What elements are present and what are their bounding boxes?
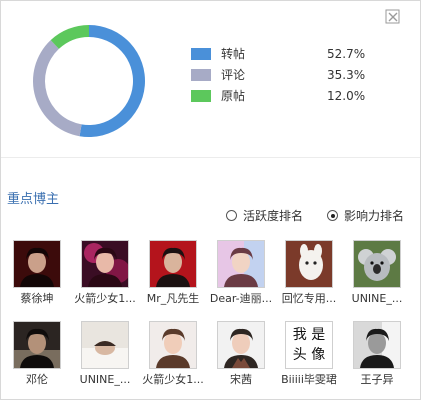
- donut-slice-2: [50, 25, 89, 49]
- radio-label: 活跃度排名: [243, 209, 304, 223]
- blogger-name[interactable]: Mr_凡先生: [137, 292, 209, 306]
- avatar[interactable]: [81, 321, 129, 369]
- avatar[interactable]: [81, 240, 129, 288]
- blogger-name[interactable]: 蔡徐坤: [1, 292, 73, 306]
- avatar[interactable]: [13, 240, 61, 288]
- legend-label: 转帖: [221, 47, 246, 61]
- radio-circle-icon: [226, 210, 237, 221]
- blogger-name[interactable]: UNINE_...: [69, 373, 141, 387]
- blogger-name[interactable]: 宋茜: [205, 373, 277, 387]
- legend-label: 原帖: [221, 89, 246, 103]
- avatar[interactable]: [353, 240, 401, 288]
- legend-item-comment: 评论 35.3%: [191, 66, 391, 84]
- blogger-card[interactable]: 火箭少女1...: [69, 240, 141, 308]
- donut-slice-0: [79, 25, 145, 137]
- blogger-name[interactable]: Biiiii毕雯珺: [273, 373, 345, 387]
- blogger-name[interactable]: 火箭少女1...: [69, 292, 141, 306]
- blogger-name[interactable]: 火箭少女1...: [137, 373, 209, 387]
- avatar[interactable]: 我 是头 像: [285, 321, 333, 369]
- blogger-card[interactable]: Dear-迪丽...: [205, 240, 277, 308]
- section-title: 重点博主: [7, 192, 60, 207]
- blogger-card[interactable]: 蔡徐坤: [1, 240, 73, 308]
- blogger-name[interactable]: UNINE_...: [341, 292, 413, 306]
- weibo-stats-panel: 转帖 52.7% 评论 35.3% 原帖 12.0% 重点博主 活跃度排名 影响…: [0, 0, 421, 400]
- blogger-card[interactable]: UNINE_...: [341, 240, 413, 308]
- avatar[interactable]: [217, 240, 265, 288]
- blogger-card[interactable]: Mr_凡先生: [137, 240, 209, 308]
- avatar[interactable]: [353, 321, 401, 369]
- legend-value: 52.7%: [327, 47, 366, 61]
- blogger-card[interactable]: 回忆专用...: [273, 240, 345, 308]
- legend-value: 35.3%: [327, 68, 366, 82]
- avatar[interactable]: [217, 321, 265, 369]
- avatar[interactable]: [149, 240, 197, 288]
- blogger-card[interactable]: 我 是头 像 Biiiii毕雯珺: [273, 321, 345, 389]
- legend-value: 12.0%: [327, 89, 366, 103]
- blogger-name[interactable]: Dear-迪丽...: [205, 292, 277, 306]
- avatar[interactable]: [149, 321, 197, 369]
- donut-slice-1: [32, 40, 82, 137]
- radio-label: 影响力排名: [344, 209, 405, 223]
- avatar[interactable]: [285, 240, 333, 288]
- legend-label: 评论: [221, 68, 246, 82]
- legend-swatch-comment: [191, 69, 211, 81]
- blogger-card[interactable]: 王子异: [341, 321, 413, 389]
- legend-swatch-repost: [191, 48, 211, 60]
- close-settings-icon[interactable]: [385, 9, 401, 25]
- blogger-name[interactable]: 王子异: [341, 373, 413, 387]
- legend-item-repost: 转帖 52.7%: [191, 45, 391, 63]
- section-divider: [1, 157, 420, 158]
- avatar[interactable]: [13, 321, 61, 369]
- blogger-name[interactable]: 回忆专用...: [273, 292, 345, 306]
- blogger-card[interactable]: 宋茜: [205, 321, 277, 389]
- radio-circle-selected-icon: [327, 210, 338, 221]
- legend-item-original: 原帖 12.0%: [191, 87, 391, 105]
- blogger-card[interactable]: 邓伦: [1, 321, 73, 389]
- legend-swatch-original: [191, 90, 211, 102]
- blogger-card[interactable]: 火箭少女1...: [137, 321, 209, 389]
- blogger-name[interactable]: 邓伦: [1, 373, 73, 387]
- post-type-donut-chart: [32, 25, 145, 137]
- blogger-card[interactable]: UNINE_...: [69, 321, 141, 389]
